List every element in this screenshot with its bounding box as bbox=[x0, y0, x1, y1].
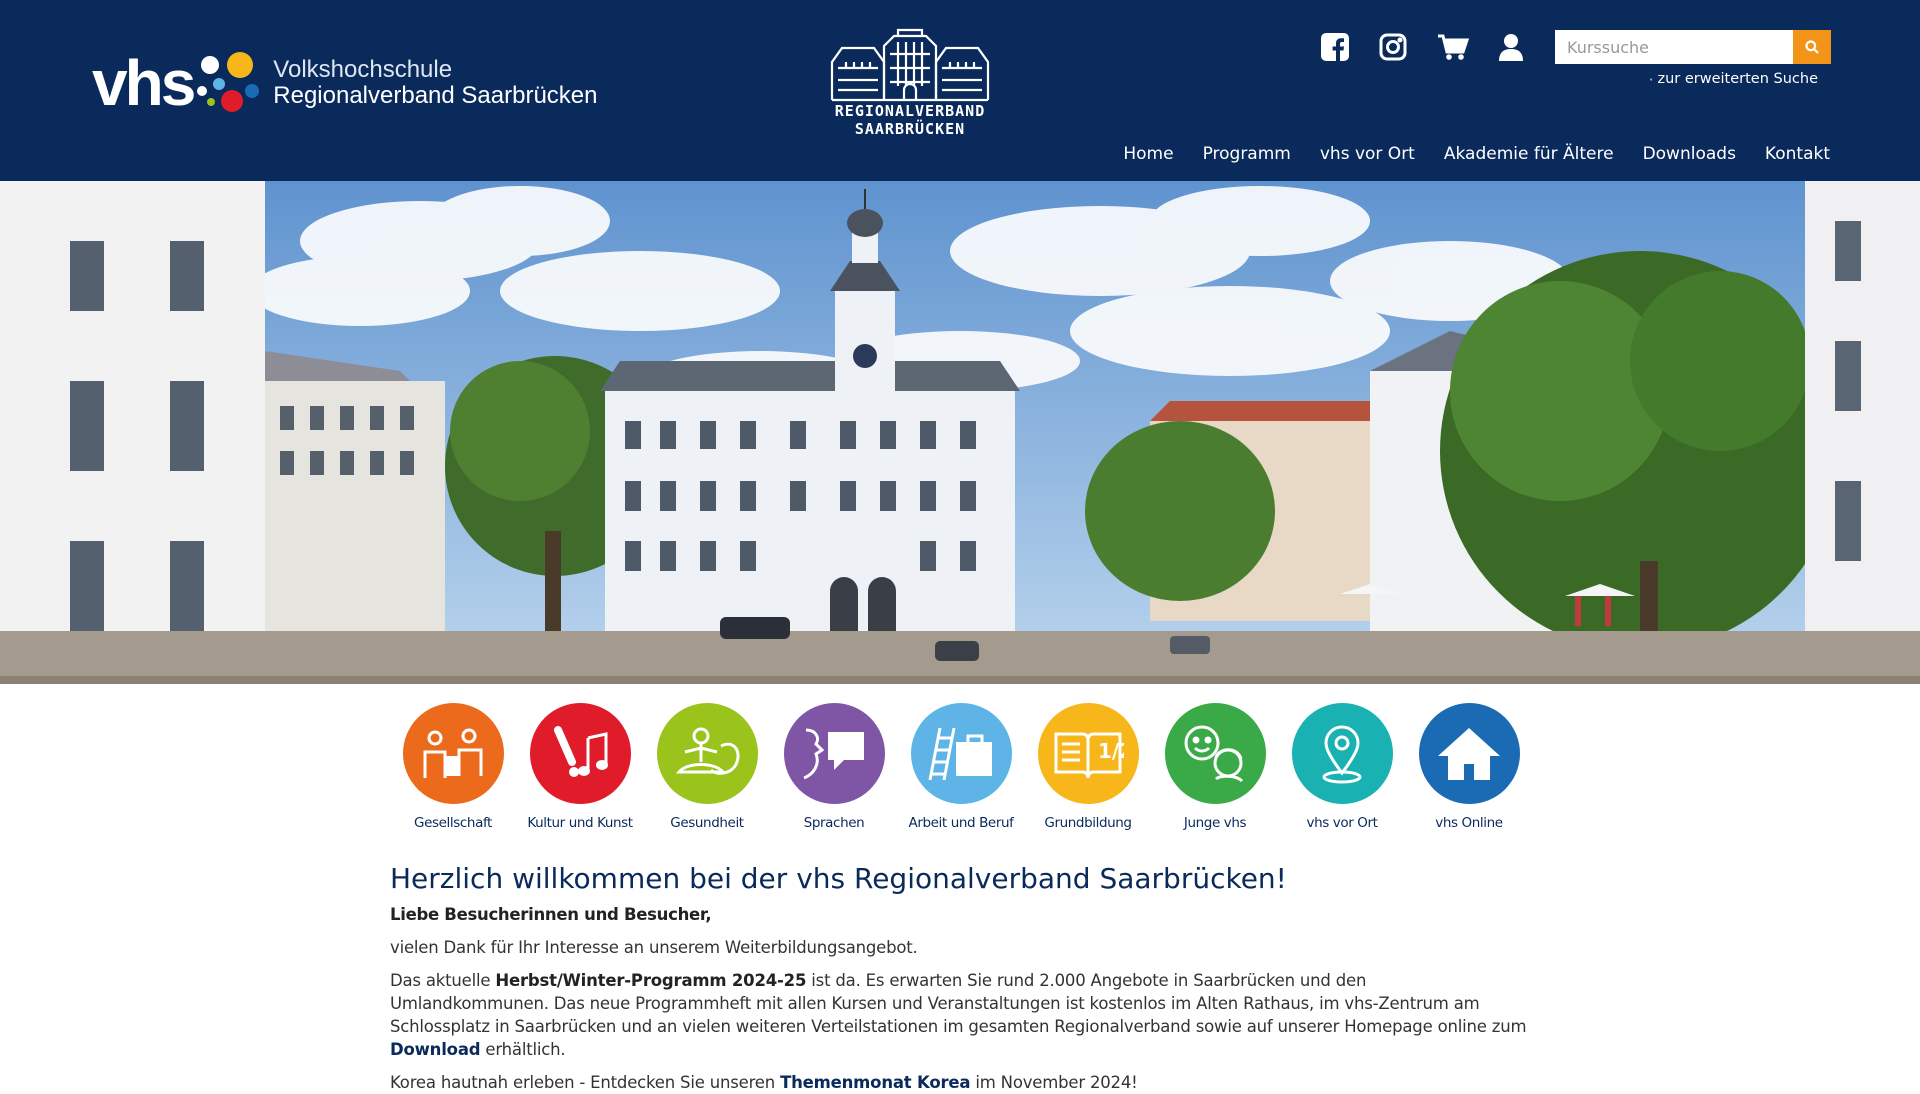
course-search-input[interactable] bbox=[1555, 30, 1793, 64]
hero-image bbox=[0, 181, 1920, 684]
nav-downloads[interactable]: Downloads bbox=[1643, 144, 1736, 164]
download-link[interactable]: Download bbox=[390, 1040, 481, 1059]
greeting: Liebe Besucherinnen und Besucher, bbox=[390, 905, 712, 924]
young-faces-icon bbox=[1164, 703, 1266, 804]
town-hall-icon bbox=[830, 28, 990, 102]
welcome-section: Herzlich willkommen bei der vhs Regional… bbox=[390, 860, 1530, 1094]
search-icon bbox=[1805, 40, 1819, 54]
shopping-cart-icon[interactable] bbox=[1436, 30, 1470, 64]
category-vhs-vor-ort[interactable]: vhs vor Ort bbox=[1279, 703, 1405, 831]
logo-text: Volkshochschule Regionalverband Saarbrüc… bbox=[273, 55, 598, 110]
themenmonat-korea-link[interactable]: Themenmonat Korea bbox=[780, 1073, 970, 1092]
category-vhs-online[interactable]: vhs Online bbox=[1406, 703, 1532, 831]
logo-dots-icon bbox=[197, 50, 263, 116]
category-arbeit-und-beruf[interactable]: Arbeit und Beruf bbox=[898, 703, 1024, 831]
regionalverband-logo-line2: SAARBRÜCKEN bbox=[854, 120, 966, 138]
category-gesundheit[interactable]: Gesundheit bbox=[644, 703, 770, 831]
advanced-search-label: zur erweiterten Suche bbox=[1657, 71, 1818, 87]
category-label: Gesundheit bbox=[670, 815, 744, 831]
category-label: Gesellschaft bbox=[414, 815, 492, 831]
logo-line2: Regionalverband Saarbrücken bbox=[273, 82, 598, 109]
search-button[interactable] bbox=[1793, 30, 1831, 64]
korea-text-a: Korea hautnah erleben - Entdecken Sie un… bbox=[390, 1073, 781, 1092]
program-text-c: erhältlich. bbox=[480, 1040, 566, 1059]
category-gesellschaft[interactable]: Gesellschaft bbox=[390, 703, 516, 831]
regionalverband-logo-line1: REGIONALVERBAND bbox=[834, 102, 986, 120]
nav-kontakt[interactable]: Kontakt bbox=[1765, 144, 1830, 164]
category-grundbildung[interactable]: 1/2 Grundbildung bbox=[1025, 703, 1151, 831]
book-half-icon: 1/2 bbox=[1037, 703, 1139, 804]
nav-home[interactable]: Home bbox=[1123, 144, 1173, 164]
instagram-icon[interactable] bbox=[1376, 30, 1410, 64]
site-header: vhs Volkshochschule Regionalverband Saar… bbox=[0, 0, 1920, 181]
ladder-briefcase-icon bbox=[910, 703, 1012, 804]
category-kultur-und-kunst[interactable]: Kultur und Kunst bbox=[517, 703, 643, 831]
program-text-a: Das aktuelle bbox=[390, 971, 496, 990]
meditation-icon bbox=[656, 703, 758, 804]
vhs-logo[interactable]: vhs Volkshochschule Regionalverband Saar… bbox=[92, 48, 598, 118]
category-label: vhs Online bbox=[1435, 815, 1503, 831]
logo-line1: Volkshochschule bbox=[273, 55, 453, 83]
house-icon bbox=[1418, 703, 1520, 804]
program-paragraph: Das aktuelle Herbst/Winter-Programm 2024… bbox=[390, 969, 1530, 1061]
korea-text-b: im November 2024! bbox=[970, 1073, 1138, 1092]
intro-paragraph: vielen Dank für Ihr Interesse an unserem… bbox=[390, 938, 918, 957]
nav-akademie-fuer-aeltere[interactable]: Akademie für Ältere bbox=[1444, 144, 1614, 164]
category-label: Kultur und Kunst bbox=[527, 815, 633, 831]
regionalverband-logo[interactable]: REGIONALVERBAND SAARBRÜCKEN bbox=[826, 28, 994, 138]
music-brush-icon bbox=[529, 703, 631, 804]
category-label: Grundbildung bbox=[1044, 815, 1132, 831]
category-sprachen[interactable]: Sprachen bbox=[771, 703, 897, 831]
logo-vhs-text: vhs bbox=[92, 47, 196, 119]
people-discussion-icon bbox=[402, 703, 504, 804]
category-label: vhs vor Ort bbox=[1306, 815, 1378, 831]
nav-programm[interactable]: Programm bbox=[1203, 144, 1291, 164]
svg-text:1/2: 1/2 bbox=[1098, 739, 1124, 763]
category-tiles: Gesellschaft Kultur und Kunst Gesundheit… bbox=[390, 703, 1530, 833]
location-pin-icon bbox=[1291, 703, 1393, 804]
page-title: Herzlich willkommen bei der vhs Regional… bbox=[390, 862, 1287, 895]
category-junge-vhs[interactable]: Junge vhs bbox=[1152, 703, 1278, 831]
advanced-search-link[interactable]: zur erweiterten Suche bbox=[1650, 71, 1818, 87]
facebook-icon[interactable] bbox=[1318, 30, 1352, 64]
program-highlight: Herbst/Winter-Programm 2024-25 bbox=[495, 971, 807, 990]
gear-icon bbox=[1650, 77, 1653, 81]
category-label: Arbeit und Beruf bbox=[908, 815, 1014, 831]
category-label: Sprachen bbox=[803, 815, 865, 831]
user-icon[interactable] bbox=[1494, 30, 1528, 64]
korea-paragraph: Korea hautnah erleben - Entdecken Sie un… bbox=[390, 1071, 1530, 1094]
category-label: Junge vhs bbox=[1183, 815, 1247, 831]
main-navigation: Home Programm vhs vor Ort Akademie für Ä… bbox=[1094, 144, 1830, 164]
speech-bubble-icon bbox=[783, 703, 885, 804]
nav-vhs-vor-ort[interactable]: vhs vor Ort bbox=[1320, 144, 1415, 164]
